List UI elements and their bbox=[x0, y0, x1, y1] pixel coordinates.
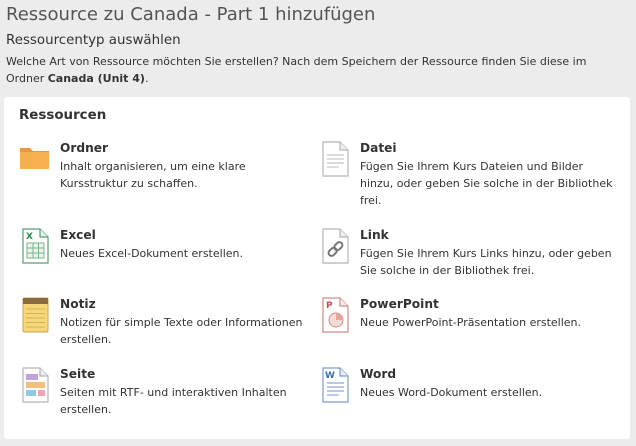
resource-datei-name: Datei bbox=[360, 141, 397, 155]
page-title: Ressource zu Canada - Part 1 hinzufügen bbox=[6, 4, 376, 25]
resource-link-name: Link bbox=[360, 228, 389, 242]
resource-excel-name: Excel bbox=[60, 228, 96, 242]
resource-ordner-name: Ordner bbox=[60, 141, 109, 155]
resource-powerpoint-name: PowerPoint bbox=[360, 297, 439, 311]
intro-text: Welche Art von Ressource möchten Sie ers… bbox=[6, 53, 628, 87]
resource-notiz-desc: Notizen für simple Texte oder Informatio… bbox=[60, 316, 303, 346]
panel-title: Ressourcen bbox=[19, 108, 107, 123]
link-icon bbox=[319, 228, 351, 264]
note-icon bbox=[19, 297, 51, 333]
resource-datei-desc: Fügen Sie Ihrem Kurs Dateien und Bilder … bbox=[360, 160, 613, 207]
resources-panel: Ressourcen Ordner Inhalt organisieren, u… bbox=[4, 97, 630, 439]
resource-word-name: Word bbox=[360, 367, 397, 381]
resource-seite-name: Seite bbox=[60, 367, 96, 381]
file-icon bbox=[319, 141, 351, 177]
svg-text:X: X bbox=[26, 232, 33, 242]
intro-folder-name: Canada (Unit 4) bbox=[47, 72, 145, 85]
word-icon: W bbox=[319, 367, 351, 403]
folder-icon bbox=[19, 141, 51, 177]
resource-link-desc: Fügen Sie Ihrem Kurs Links hinzu, oder g… bbox=[360, 247, 612, 277]
resource-ordner-desc: Inhalt organisieren, um eine klare Kurss… bbox=[60, 160, 246, 190]
resource-excel-desc: Neues Excel-Dokument erstellen. bbox=[60, 247, 243, 260]
svg-text:P: P bbox=[326, 301, 333, 311]
svg-text:W: W bbox=[325, 371, 335, 381]
powerpoint-icon: P bbox=[319, 297, 351, 333]
resource-notiz-name: Notiz bbox=[60, 297, 96, 311]
intro-text-end: . bbox=[144, 72, 149, 85]
page-subtitle: Ressourcentyp auswählen bbox=[6, 33, 181, 48]
resource-powerpoint-desc: Neue PowerPoint-Präsentation erstellen. bbox=[360, 316, 582, 329]
excel-icon: X bbox=[19, 228, 51, 264]
resource-seite-desc: Seiten mit RTF- und interaktiven Inhalte… bbox=[60, 386, 287, 416]
resource-word-desc: Neues Word-Dokument erstellen. bbox=[360, 386, 543, 399]
page-icon bbox=[19, 367, 51, 403]
